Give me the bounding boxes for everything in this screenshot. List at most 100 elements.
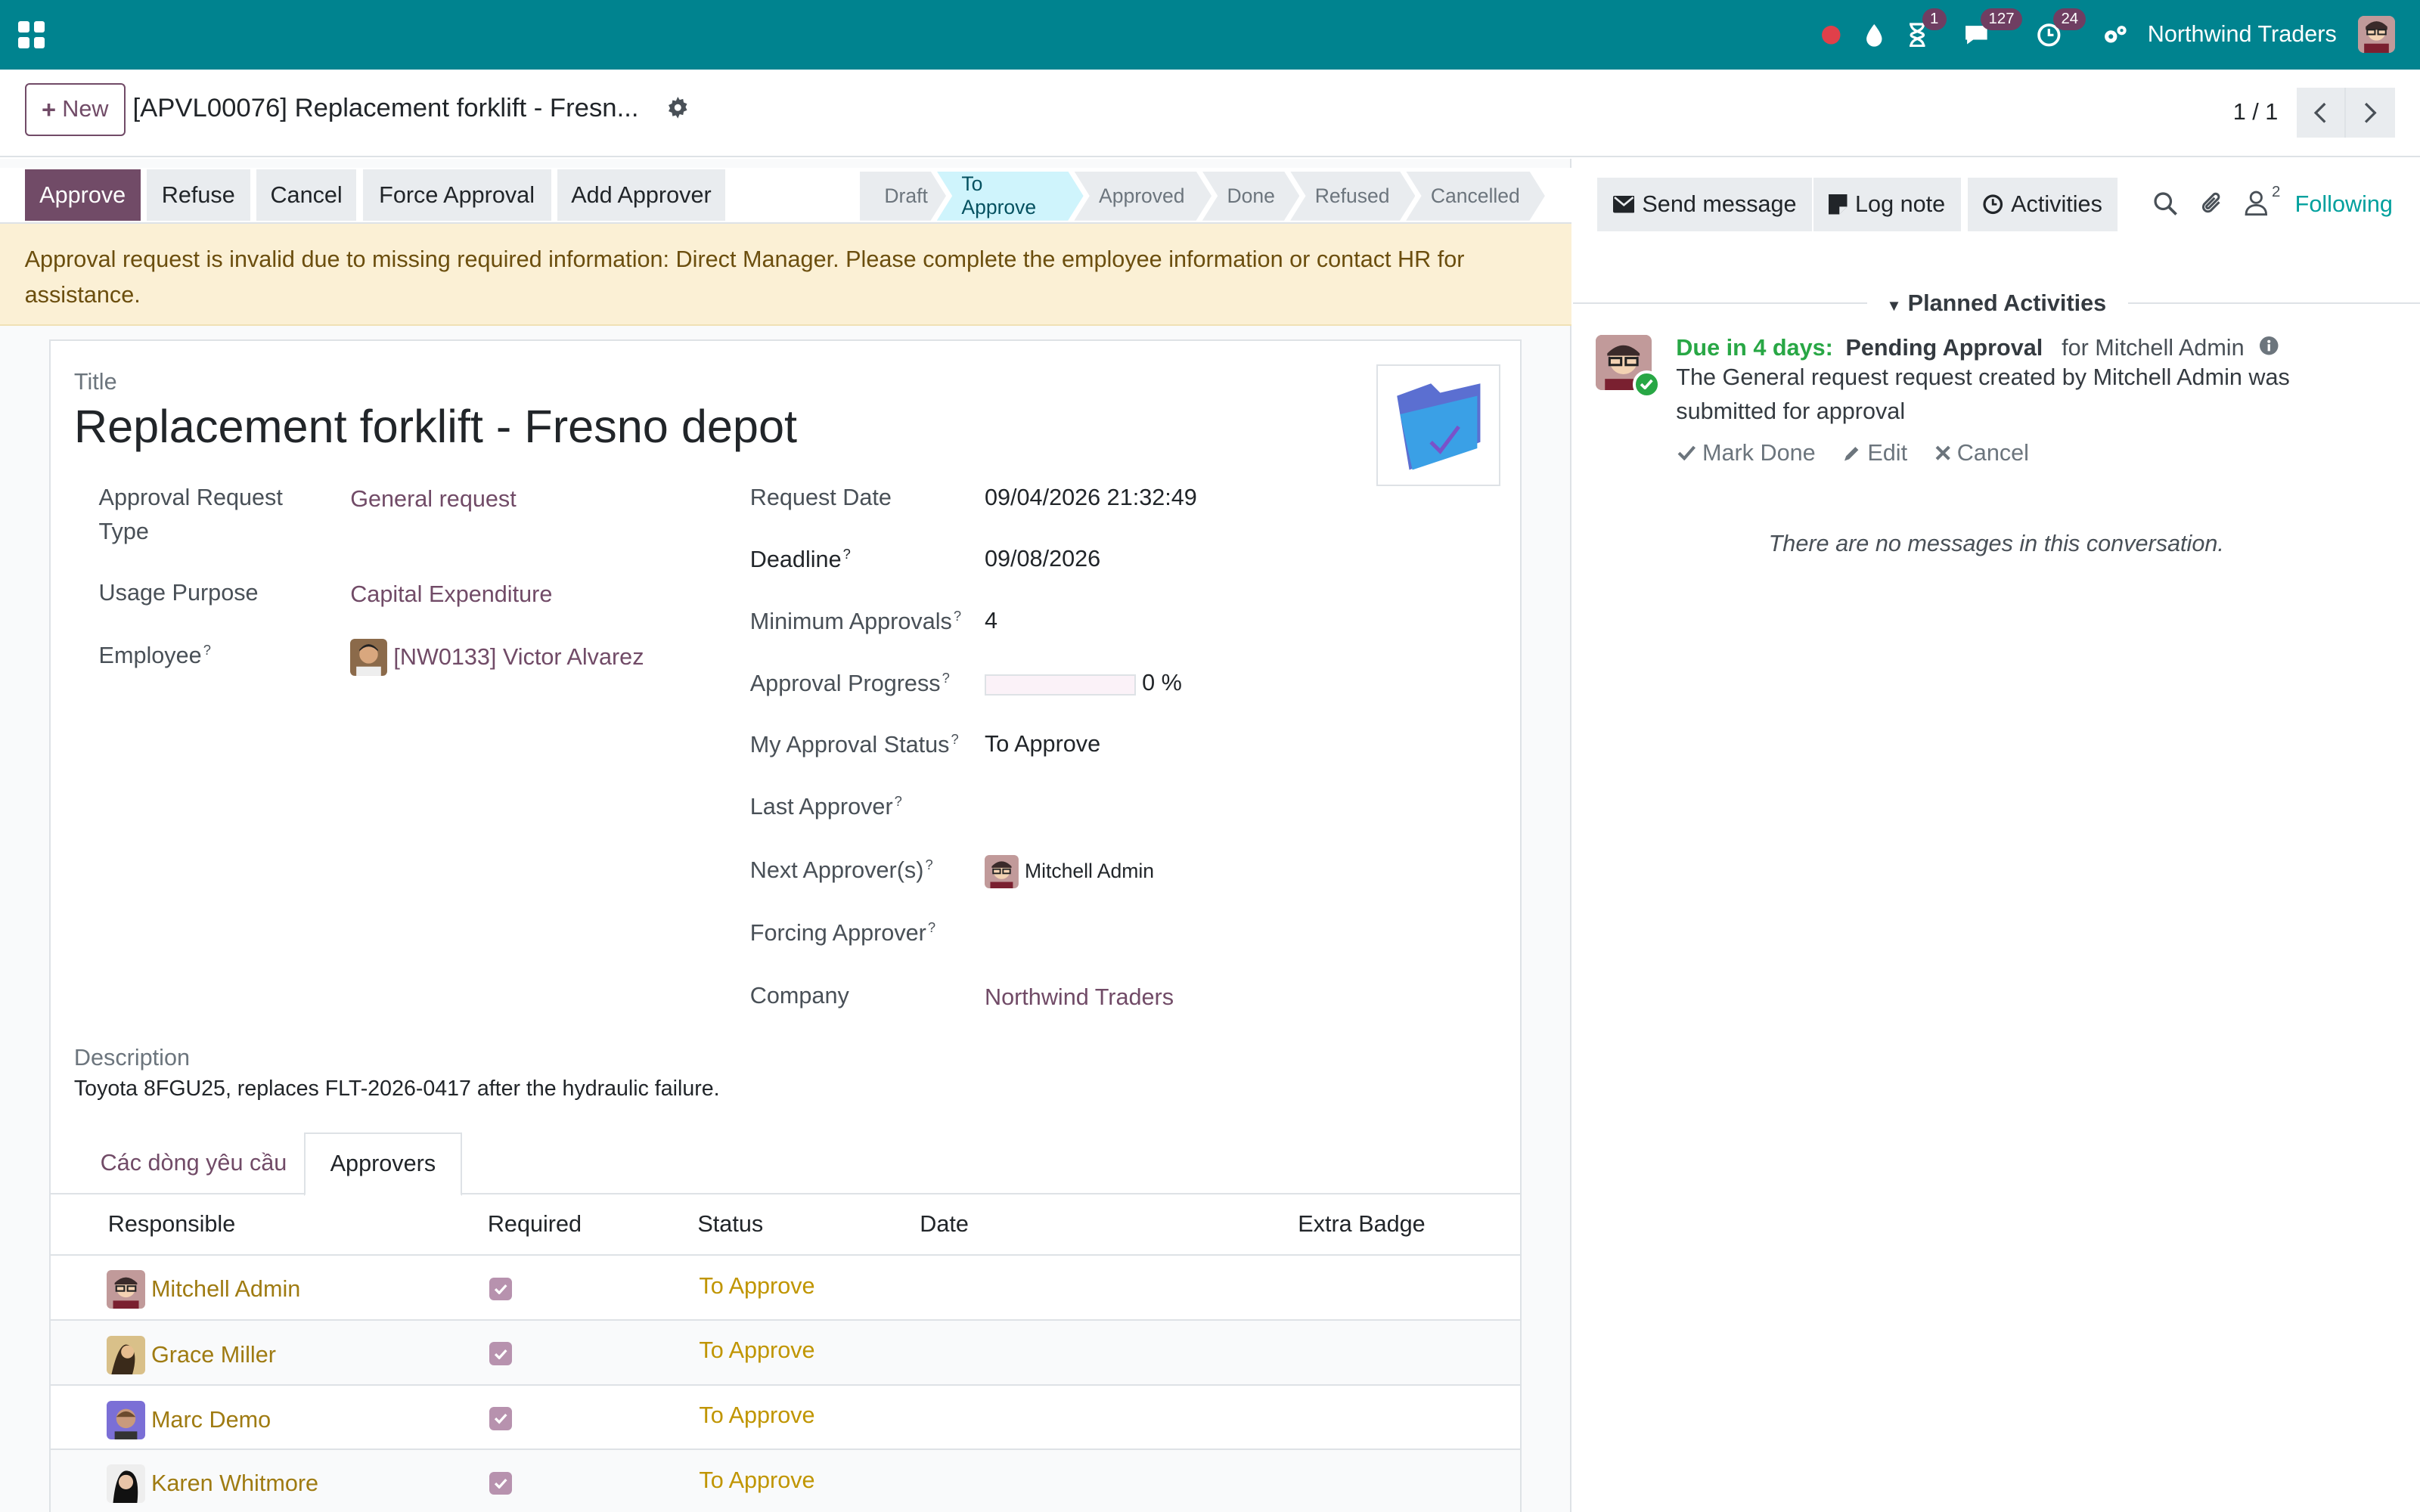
request-date-label: Request Date bbox=[749, 484, 892, 510]
tab-approvers[interactable]: Approvers bbox=[303, 1132, 462, 1196]
no-messages-text: There are no messages in this conversati… bbox=[1768, 531, 2224, 557]
new-button[interactable]: + New bbox=[24, 83, 126, 136]
activity-hourglass-icon[interactable]: 1 bbox=[1907, 8, 1947, 48]
following-button[interactable]: Following bbox=[2295, 191, 2393, 218]
next-approver-avatar bbox=[984, 854, 1019, 889]
row-responsible[interactable]: Mitchell Admin bbox=[106, 1269, 300, 1309]
warning-alert: Approval request is invalid due to missi… bbox=[0, 223, 1571, 326]
status-steps: Draft To Approve Approved Done Refused C… bbox=[860, 172, 1548, 221]
edit-activity-button[interactable]: Edit bbox=[1843, 440, 1907, 466]
record-icon[interactable] bbox=[1820, 24, 1842, 46]
table-row[interactable]: Marc Demo To Approve bbox=[51, 1386, 1521, 1451]
required-checkbox[interactable] bbox=[489, 1471, 513, 1495]
row-status: To Approve bbox=[699, 1402, 815, 1428]
required-checkbox[interactable] bbox=[489, 1407, 513, 1430]
settings-gears-icon[interactable] bbox=[2102, 23, 2130, 48]
row-responsible[interactable]: Grace Miller bbox=[106, 1336, 276, 1375]
cancel-button[interactable]: Cancel bbox=[256, 169, 357, 221]
title-field[interactable]: Replacement forklift - Fresno depot bbox=[74, 400, 797, 453]
notebook-tabs: Các dòng yêu cầu Approvers bbox=[51, 1132, 1521, 1196]
step-done[interactable]: Done bbox=[1202, 172, 1300, 221]
activity-note-line1: The General request request created by M… bbox=[1676, 364, 2290, 390]
last-approver-label: Last Approver? bbox=[749, 792, 902, 820]
company-switcher[interactable]: Northwind Traders bbox=[2148, 21, 2337, 48]
company-label: Company bbox=[749, 982, 849, 1009]
plus-icon: + bbox=[42, 94, 57, 123]
row-responsible[interactable]: Karen Whitmore bbox=[106, 1464, 318, 1503]
gear-icon[interactable] bbox=[667, 96, 689, 125]
drop-icon[interactable] bbox=[1863, 23, 1885, 48]
status-bar: Approve Refuse Cancel Force Approval Add… bbox=[0, 168, 1571, 224]
description-field[interactable]: Toyota 8FGU25, replaces FLT-2026-0417 af… bbox=[74, 1077, 720, 1101]
activities-button[interactable]: Activities bbox=[1968, 177, 2118, 232]
tab-request-lines[interactable]: Các dòng yêu cầu bbox=[76, 1132, 312, 1194]
pager-value[interactable]: 1 / 1 bbox=[2233, 99, 2279, 125]
followers-count: 2 bbox=[2272, 183, 2281, 200]
required-checkbox[interactable] bbox=[489, 1342, 513, 1366]
clock-icon bbox=[1983, 194, 2003, 215]
info-icon[interactable] bbox=[2260, 335, 2279, 361]
activity-note-line2: submitted for approval bbox=[1676, 398, 1906, 424]
log-note-button[interactable]: Log note bbox=[1813, 177, 1961, 232]
control-panel: + New [APVL00076] Replacement forklift -… bbox=[0, 70, 2420, 158]
min-approvals-label: Minimum Approvals? bbox=[749, 608, 962, 635]
pager-next-button[interactable] bbox=[2346, 88, 2396, 138]
col-extra-badge[interactable]: Extra Badge bbox=[1298, 1211, 1425, 1238]
company-field[interactable]: Northwind Traders bbox=[985, 984, 1174, 1011]
user-avatar[interactable] bbox=[2358, 16, 2396, 54]
activity-assignee: for Mitchell Admin bbox=[2062, 334, 2245, 361]
timer-badge: 24 bbox=[2053, 8, 2086, 30]
step-draft[interactable]: Draft bbox=[860, 172, 946, 221]
approve-button[interactable]: Approve bbox=[24, 169, 141, 221]
deadline-field[interactable]: 09/08/2026 bbox=[985, 546, 1100, 572]
description-label: Description bbox=[73, 1044, 191, 1070]
planned-activities-toggle[interactable]: ▼ Planned Activities bbox=[1573, 290, 2420, 317]
search-icon[interactable] bbox=[2153, 191, 2178, 222]
force-approval-button[interactable]: Force Approval bbox=[362, 169, 551, 221]
mark-done-button[interactable]: Mark Done bbox=[1677, 440, 1816, 466]
send-message-button[interactable]: Send message bbox=[1597, 177, 1812, 232]
employee-field[interactable]: [NW0133] Victor Alvarez bbox=[350, 638, 644, 676]
responsible-avatar bbox=[106, 1400, 145, 1439]
folder-icon bbox=[1396, 383, 1481, 470]
usage-purpose-label: Usage Purpose bbox=[98, 580, 259, 606]
approval-progress-label: Approval Progress? bbox=[749, 669, 950, 696]
approval-type-field[interactable]: General request bbox=[350, 486, 517, 513]
refuse-button[interactable]: Refuse bbox=[146, 169, 250, 221]
required-checkbox[interactable] bbox=[489, 1277, 513, 1301]
new-button-label: New bbox=[62, 96, 109, 122]
step-to-approve[interactable]: To Approve bbox=[937, 172, 1084, 221]
col-status[interactable]: Status bbox=[697, 1211, 763, 1238]
responsible-avatar bbox=[106, 1336, 145, 1375]
apps-menu-icon[interactable] bbox=[18, 20, 46, 49]
step-refused[interactable]: Refused bbox=[1290, 172, 1415, 221]
form-sheet: Title Replacement forklift - Fresno depo… bbox=[49, 339, 1522, 1512]
row-responsible[interactable]: Marc Demo bbox=[106, 1400, 271, 1439]
timer-icon[interactable]: 24 bbox=[2037, 8, 2086, 48]
col-date[interactable]: Date bbox=[920, 1211, 969, 1238]
table-row[interactable]: Mitchell Admin To Approve bbox=[51, 1256, 1521, 1321]
step-cancelled[interactable]: Cancelled bbox=[1406, 172, 1545, 221]
col-required[interactable]: Required bbox=[488, 1211, 582, 1238]
forcing-approver-label: Forcing Approver? bbox=[749, 919, 936, 947]
pencil-icon bbox=[1844, 446, 1859, 461]
activity-header: Due in 4 days: Pending Approval for Mitc… bbox=[1676, 335, 2279, 361]
table-row[interactable]: Karen Whitmore To Approve bbox=[51, 1450, 1521, 1512]
add-approver-button[interactable]: Add Approver bbox=[557, 169, 726, 221]
pager-previous-button[interactable] bbox=[2296, 88, 2347, 138]
employee-avatar bbox=[350, 638, 388, 676]
cancel-activity-button[interactable]: Cancel bbox=[1935, 440, 2029, 466]
messages-icon[interactable]: 127 bbox=[1962, 8, 2022, 48]
table-row[interactable]: Grace Miller To Approve bbox=[51, 1320, 1521, 1386]
close-icon bbox=[1935, 445, 1950, 460]
usage-purpose-field[interactable]: Capital Expenditure bbox=[350, 581, 552, 608]
col-responsible[interactable]: Responsible bbox=[108, 1211, 235, 1238]
row-status: To Approve bbox=[699, 1272, 815, 1299]
followers-button[interactable]: 2 bbox=[2244, 184, 2280, 216]
paperclip-icon[interactable] bbox=[2201, 190, 2226, 224]
step-approved[interactable]: Approved bbox=[1074, 172, 1212, 221]
next-approver-field[interactable]: Mitchell Admin bbox=[984, 854, 1154, 889]
min-approvals-field[interactable]: 4 bbox=[985, 608, 997, 634]
request-date-field[interactable]: 09/04/2026 21:32:49 bbox=[985, 485, 1197, 511]
activity-type: Pending Approval bbox=[1845, 334, 2043, 361]
